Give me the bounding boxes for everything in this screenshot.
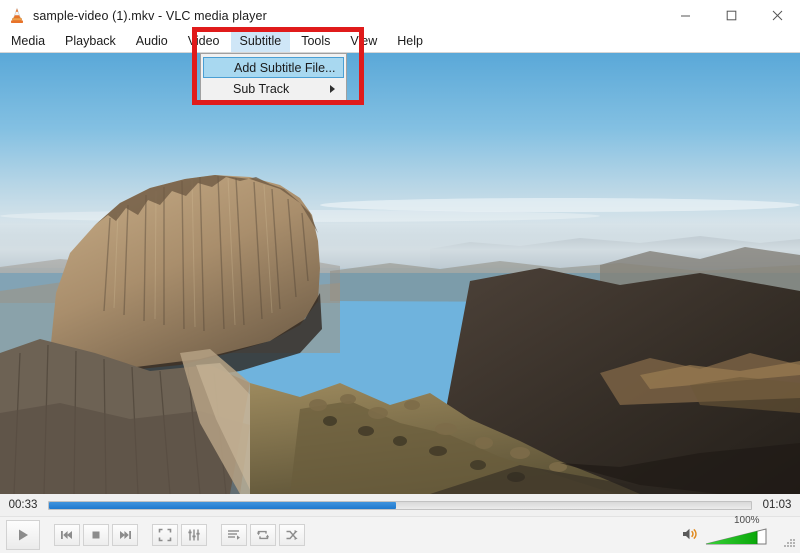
menu-item-subtitle[interactable]: Subtitle (230, 31, 291, 52)
next-icon (120, 531, 131, 539)
video-frame-image (0, 53, 800, 494)
random-button[interactable] (279, 524, 305, 546)
playlist-button-group (221, 524, 305, 546)
maximize-button[interactable] (708, 0, 754, 31)
control-bar: 100% (0, 515, 800, 553)
playlist-icon (228, 530, 240, 540)
volume-control: 100% (680, 515, 770, 546)
fullscreen-button[interactable] (152, 524, 178, 546)
window-controls (662, 0, 800, 31)
vlc-media-player-window: sample-video (1).mkv - VLC media player … (0, 0, 800, 553)
next-button[interactable] (112, 524, 138, 546)
remaining-time-label: 01:03 (762, 499, 792, 511)
playlist-button[interactable] (221, 524, 247, 546)
video-display-area[interactable] (0, 53, 800, 494)
equalizer-icon (188, 529, 200, 541)
extended-settings-button[interactable] (181, 524, 207, 546)
menu-option-label: Sub Track (233, 81, 290, 96)
menu-item-playback[interactable]: Playback (56, 31, 125, 52)
play-icon (19, 529, 28, 541)
volume-label: 100% (734, 515, 760, 526)
elapsed-time-label: 00:33 (8, 499, 38, 511)
menu-bar: Media Playback Audio Video Subtitle Tool… (0, 31, 800, 53)
volume-slider[interactable]: 100% (704, 515, 770, 546)
title-bar: sample-video (1).mkv - VLC media player (0, 0, 800, 31)
menu-item-tools[interactable]: Tools (292, 31, 339, 52)
minimize-button[interactable] (662, 0, 708, 31)
menu-item-media[interactable]: Media (2, 31, 54, 52)
previous-button[interactable] (54, 524, 80, 546)
shuffle-icon (286, 530, 298, 540)
menu-item-video[interactable]: Video (179, 31, 229, 52)
play-button[interactable] (6, 520, 40, 550)
seek-slider[interactable] (48, 500, 752, 510)
stop-button[interactable] (83, 524, 109, 546)
seek-progress-fill (49, 501, 397, 509)
transport-button-group (54, 524, 138, 546)
menu-option-add-subtitle-file[interactable]: Add Subtitle File... (203, 57, 344, 78)
resize-grip-icon[interactable] (782, 537, 796, 551)
previous-icon (61, 531, 72, 539)
seek-bar-row: 00:33 01:03 (0, 494, 800, 516)
menu-item-view[interactable]: View (341, 31, 386, 52)
view-button-group (152, 524, 207, 546)
menu-option-label: Add Subtitle File... (234, 60, 336, 75)
speaker-icon (683, 528, 697, 540)
submenu-arrow-icon (330, 84, 335, 93)
vlc-cone-icon (8, 7, 26, 25)
fullscreen-icon (158, 528, 172, 542)
menu-item-help[interactable]: Help (388, 31, 432, 52)
stop-icon (92, 531, 100, 539)
close-button[interactable] (754, 0, 800, 31)
loop-button[interactable] (250, 524, 276, 546)
loop-icon (256, 530, 270, 540)
mute-button[interactable] (680, 524, 700, 544)
subtitle-dropdown-menu: Add Subtitle File... Sub Track (200, 53, 347, 103)
menu-option-sub-track[interactable]: Sub Track (203, 78, 344, 99)
window-title: sample-video (1).mkv - VLC media player (33, 8, 267, 23)
menu-item-audio[interactable]: Audio (127, 31, 177, 52)
